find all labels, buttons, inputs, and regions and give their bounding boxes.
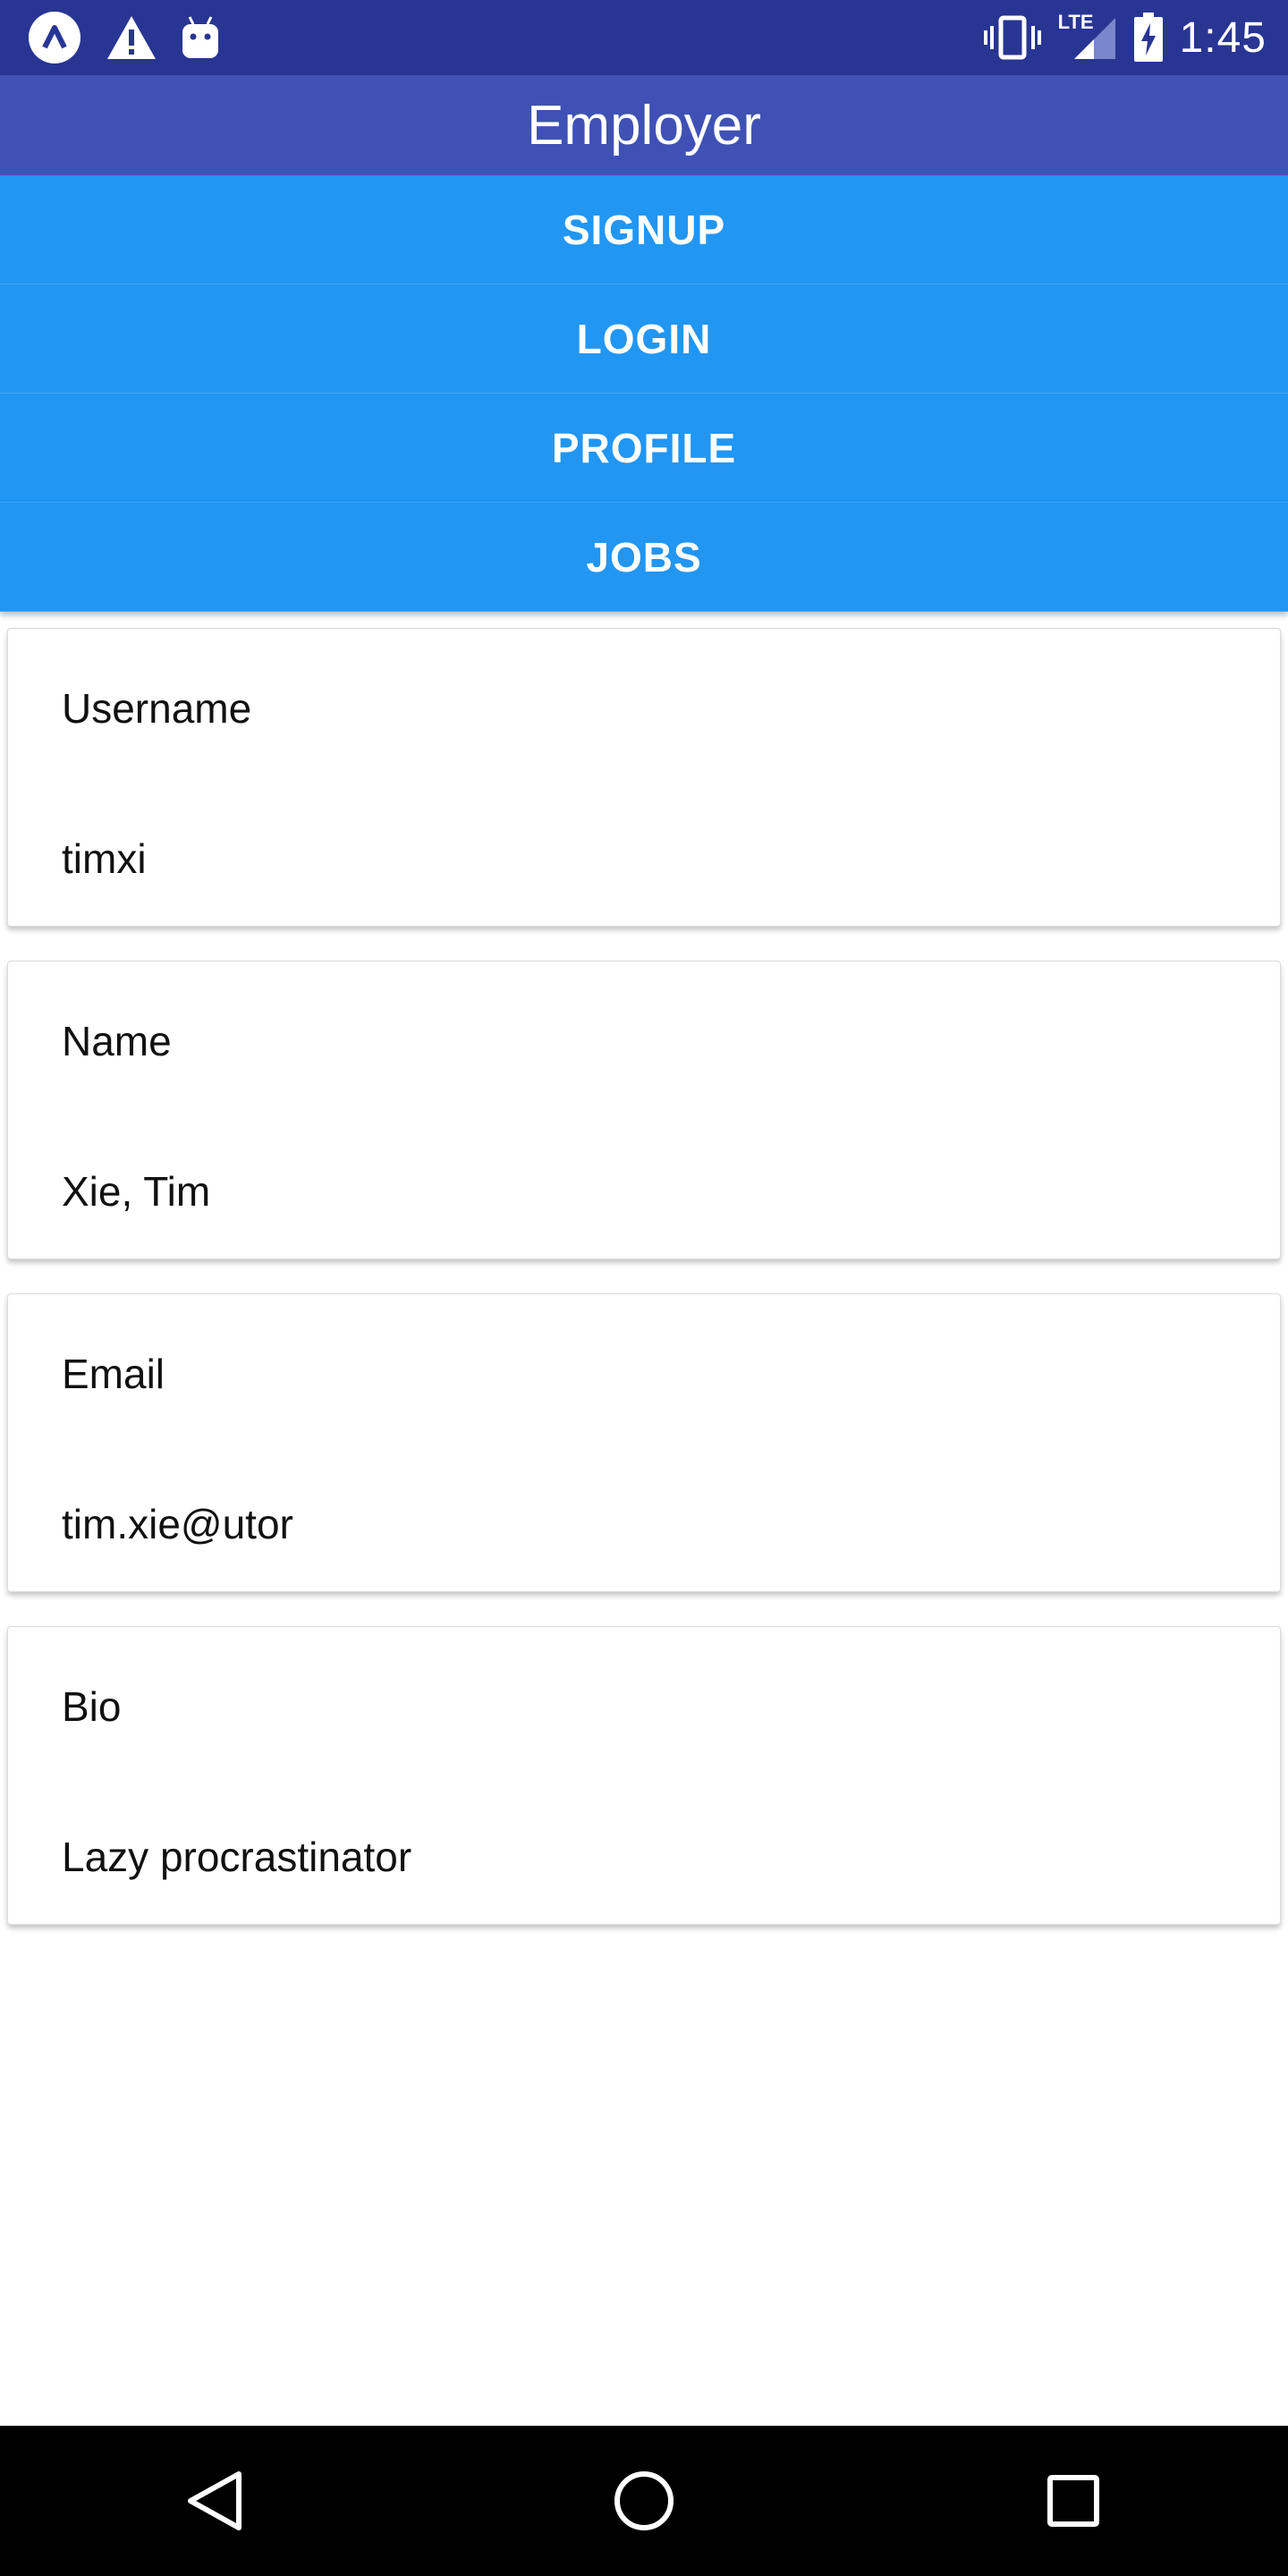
system-nav-bar	[0, 2426, 1288, 2576]
username-card: Username timxi	[7, 628, 1281, 927]
android-icon	[182, 16, 218, 58]
home-button[interactable]	[590, 2447, 698, 2555]
battery-charging-icon	[1133, 13, 1163, 62]
recents-button[interactable]	[1020, 2447, 1127, 2555]
name-card: Name Xie, Tim	[7, 961, 1281, 1259]
email-value: tim.xie@utor	[62, 1501, 293, 1547]
back-icon	[188, 2471, 242, 2530]
bio-card: Bio Lazy procrastinator	[7, 1626, 1281, 1925]
login-button[interactable]: LOGIN	[0, 284, 1288, 394]
lte-signal-icon: LTE	[1057, 11, 1117, 61]
status-bar: LTE 1:45	[0, 0, 1288, 75]
bio-value: Lazy procrastinator	[62, 1834, 412, 1880]
nav-button-group: SIGNUP LOGIN PROFILE JOBS	[0, 175, 1288, 612]
bio-label: Bio	[62, 1683, 122, 1730]
status-time: 1:45	[1179, 13, 1267, 62]
email-label: Email	[62, 1351, 165, 1397]
warning-icon	[107, 16, 156, 59]
name-label: Name	[62, 1018, 172, 1064]
app-bar: Employer	[0, 75, 1288, 175]
name-value: Xie, Tim	[62, 1168, 211, 1215]
network-label: LTE	[1057, 11, 1094, 33]
jobs-button[interactable]: JOBS	[0, 503, 1288, 612]
recents-icon	[1047, 2475, 1099, 2527]
profile-card-list: Username timxi Name Xie, Tim Email tim.x…	[7, 628, 1281, 1959]
app-title: Employer	[527, 94, 761, 157]
email-card: Email tim.xie@utor	[7, 1293, 1281, 1592]
back-button[interactable]	[161, 2447, 268, 2555]
vibrate-icon	[983, 15, 1041, 60]
username-label: Username	[62, 685, 252, 732]
username-value: timxi	[62, 835, 147, 882]
profile-button[interactable]: PROFILE	[0, 394, 1288, 503]
app-logo-icon	[29, 12, 80, 64]
home-icon	[614, 2471, 674, 2530]
signup-button[interactable]: SIGNUP	[0, 175, 1288, 284]
